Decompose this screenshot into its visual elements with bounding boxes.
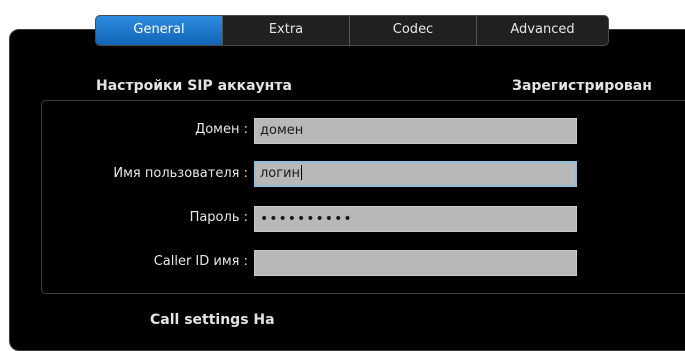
domain-value: домен	[260, 123, 304, 138]
tab-bar: General Extra Codec Advanced	[95, 15, 609, 46]
tab-codec[interactable]: Codec	[350, 16, 477, 45]
tab-extra[interactable]: Extra	[223, 16, 350, 45]
username-label: Имя пользователя :	[113, 166, 248, 181]
tab-general[interactable]: General	[96, 16, 223, 45]
username-field[interactable]: логин	[254, 161, 577, 187]
username-value: логин	[260, 166, 301, 181]
section-title: Настройки SIP аккаунта	[96, 78, 292, 94]
callerid-field[interactable]	[254, 250, 577, 276]
domain-label: Домен :	[195, 122, 248, 137]
text-caret	[301, 165, 303, 180]
domain-field[interactable]: домен	[254, 118, 577, 144]
callerid-label: Caller ID имя :	[153, 254, 248, 269]
registration-status: Зарегистрирован	[512, 78, 652, 94]
password-field[interactable]: ••••••••••	[254, 206, 577, 232]
call-settings-title: Call settings Ha	[150, 312, 275, 328]
password-value: ••••••••••	[260, 211, 353, 227]
tab-advanced[interactable]: Advanced	[477, 16, 608, 45]
password-label: Пароль :	[189, 210, 248, 225]
